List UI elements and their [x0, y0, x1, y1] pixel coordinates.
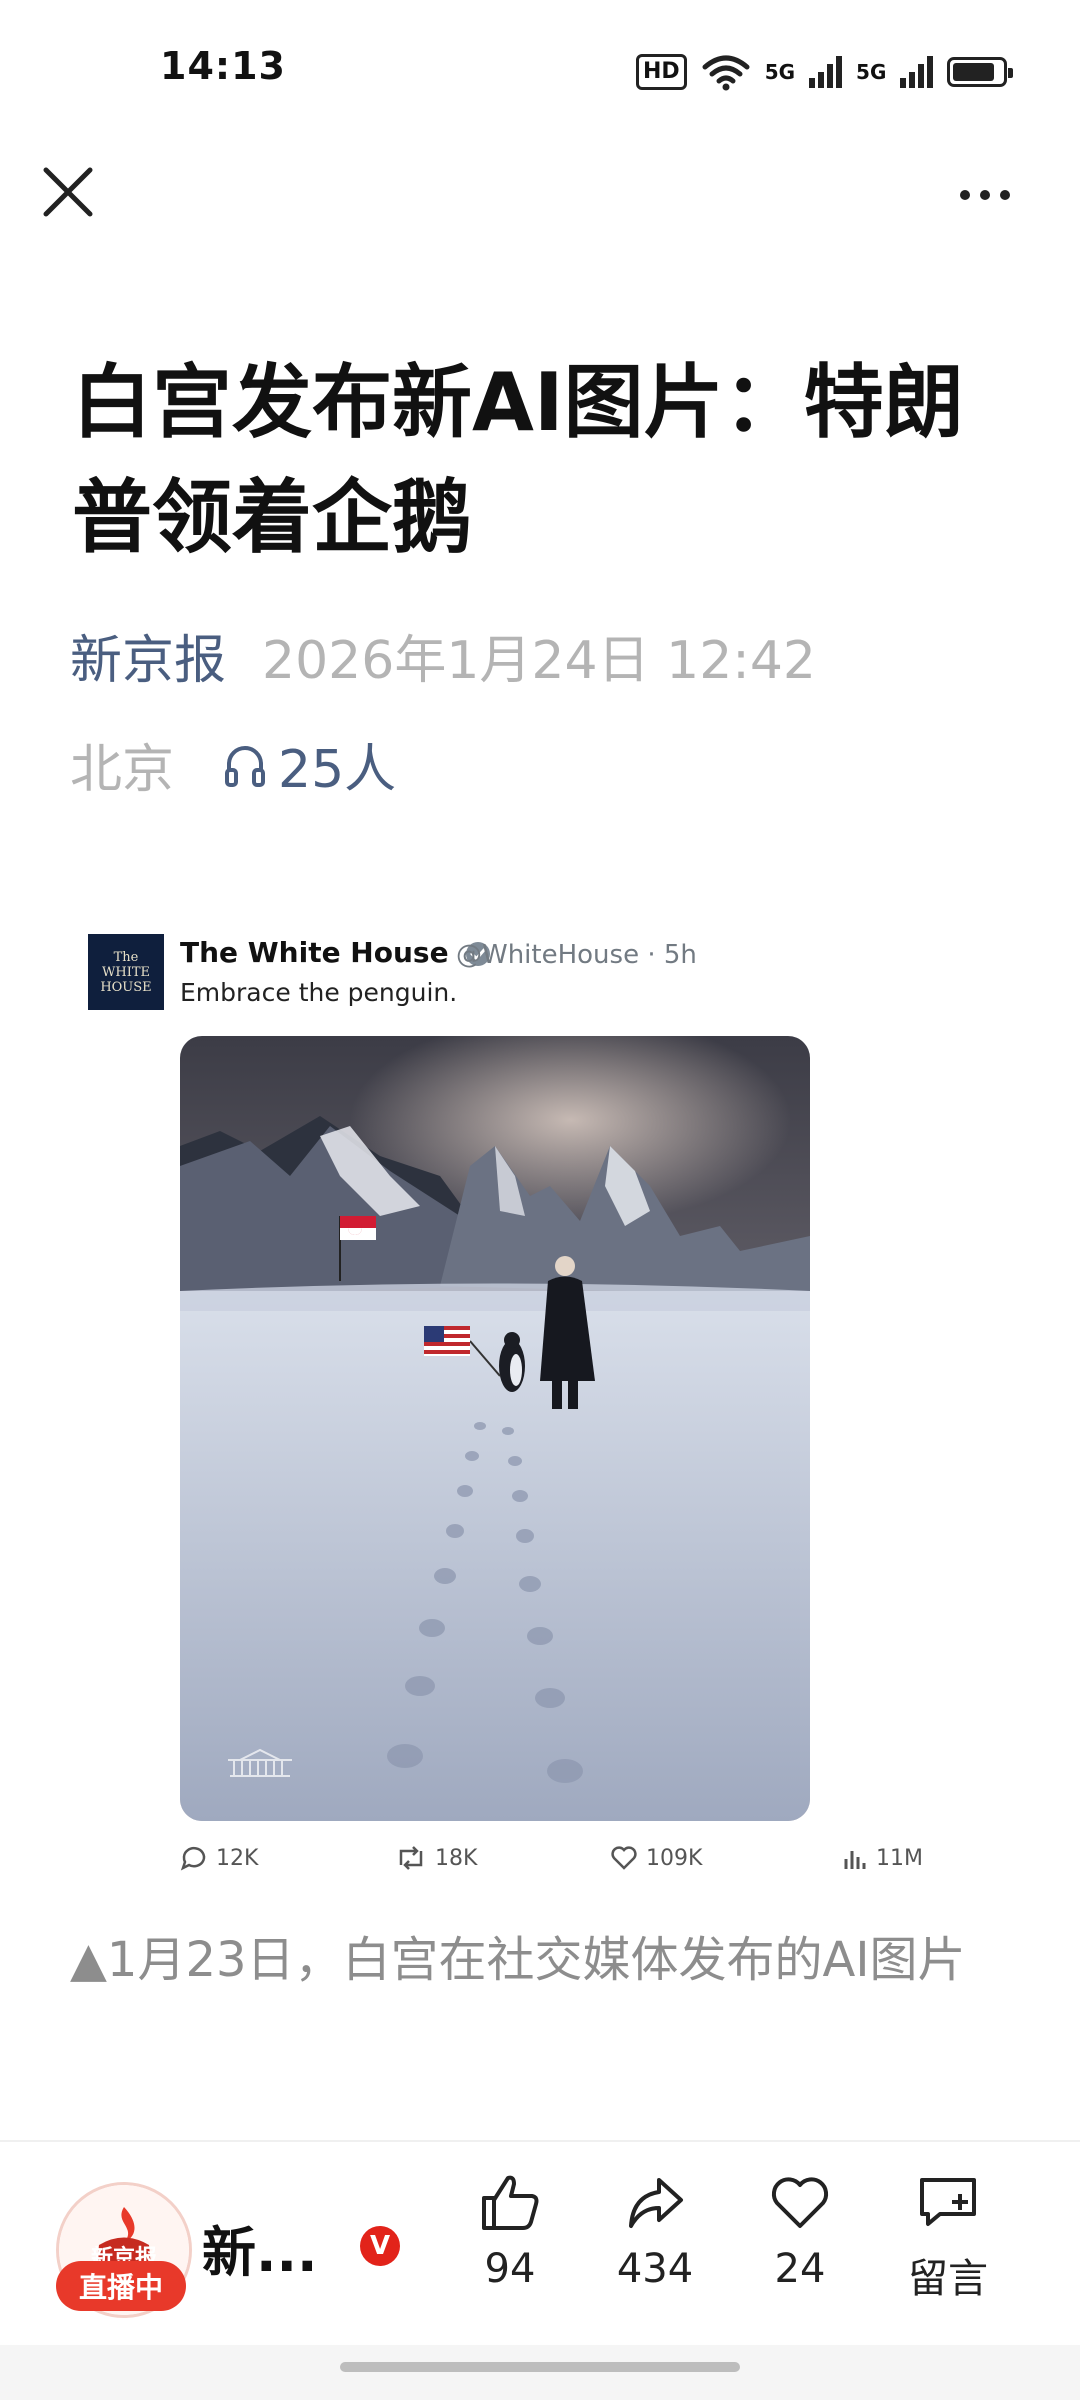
network-label: 5G	[856, 60, 887, 84]
heart-icon	[611, 1846, 637, 1870]
close-icon	[43, 167, 93, 217]
share-icon	[629, 2178, 683, 2228]
account-name[interactable]: 新...	[202, 2208, 318, 2287]
tweet-text: Embrace the penguin.	[180, 978, 458, 1007]
white-house-logo: The WHITE HOUSE	[88, 934, 164, 1010]
comment-button[interactable]: 留言	[893, 2170, 1003, 2304]
tweet-handle: @WhiteHouse · 5h	[456, 940, 697, 970]
thumbs-up-icon	[482, 2175, 539, 2230]
live-badge[interactable]: 直播中	[56, 2261, 186, 2311]
share-button[interactable]: 434	[600, 2170, 710, 2292]
publish-date: 2026年1月24日 12:42	[262, 631, 816, 691]
tweet-reposts: 18K	[395, 1845, 477, 1871]
signal-bars-icon	[900, 56, 934, 88]
status-time: 14:13	[160, 44, 286, 88]
comment-add-icon	[920, 2178, 976, 2226]
network-label: 5G	[764, 60, 796, 84]
favorite-button[interactable]: 24	[745, 2170, 855, 2292]
status-icons: HD 5G 5G	[636, 50, 1014, 94]
favorite-count: 24	[774, 2246, 826, 2292]
tweet-replies: 12K	[180, 1845, 258, 1871]
tweet-actions: 12K 18K 109K 11M	[180, 1845, 1000, 1885]
heart-icon	[771, 2177, 829, 2228]
battery-icon	[947, 57, 1014, 87]
views-icon	[844, 1851, 866, 1869]
tweet-photo	[180, 1036, 810, 1821]
wifi-icon	[702, 55, 750, 91]
more-icon	[960, 190, 970, 200]
comment-label: 留言	[908, 2256, 988, 2302]
close-button[interactable]	[36, 160, 100, 224]
like-count: 94	[484, 2246, 536, 2292]
listen-button[interactable]: 25人	[224, 727, 396, 802]
image-caption: ▲1月23日，白宫在社交媒体发布的AI图片	[70, 1932, 966, 1988]
article-title: 白宫发布新AI图片：特朗普领着企鹅	[72, 356, 964, 564]
home-indicator[interactable]	[340, 2362, 740, 2372]
article-image[interactable]: The WHITE HOUSE The White House @WhiteHo…	[70, 910, 1010, 1890]
repost-icon	[399, 1846, 423, 1870]
tweet-views: 11M	[842, 1845, 923, 1871]
gesture-area	[0, 2345, 1080, 2400]
headphones-icon	[225, 745, 266, 787]
tweet-author: The White House	[180, 936, 492, 969]
signal-5g-2: 5G	[856, 62, 886, 82]
more-button[interactable]	[950, 170, 1020, 220]
hd-voice-icon: HD	[636, 54, 687, 90]
like-button[interactable]: 94	[455, 2170, 565, 2292]
article-meta: 新京报 2026年1月24日 12:42	[70, 618, 816, 693]
share-count: 434	[616, 2246, 694, 2292]
listener-count: 25人	[278, 740, 397, 800]
signal-5g-1: 5G	[765, 62, 795, 82]
divider	[0, 2140, 1080, 2142]
reply-icon	[180, 1846, 206, 1871]
verified-badge: V	[360, 2226, 400, 2266]
article-meta-2: 北京 25人	[70, 727, 396, 802]
tweet-likes: 109K	[610, 1845, 702, 1871]
source-link[interactable]: 新京报	[70, 631, 226, 691]
signal-bars-icon	[809, 56, 843, 88]
location: 北京	[70, 740, 175, 800]
